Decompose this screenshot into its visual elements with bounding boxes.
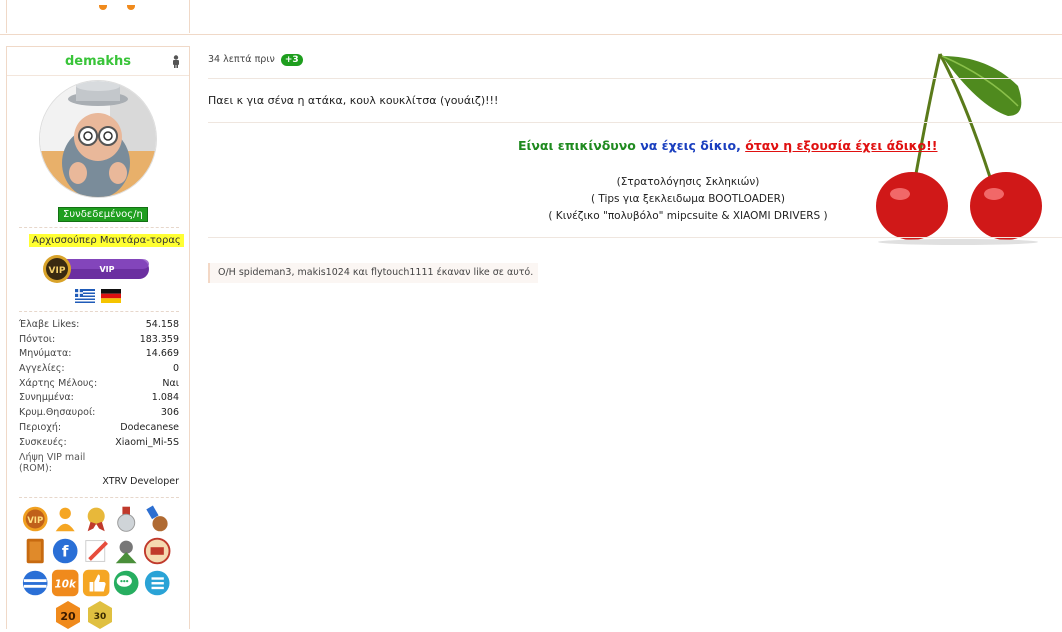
avatar[interactable] — [40, 81, 156, 197]
vip-badge-label: VIP — [99, 265, 114, 274]
svg-text:VIP: VIP — [27, 516, 43, 526]
user-rank: Αρχισσούπερ Μαντάρα-τορας — [29, 234, 184, 247]
notes-award-icon[interactable] — [82, 536, 110, 566]
likes-summary[interactable]: O/H spideman3, makis1024 και flytouch111… — [208, 263, 538, 283]
vip-mail-value: XTRV Developer — [102, 476, 179, 488]
signature-link[interactable]: ( Κινέζικο "πολυβόλο" mipcsuite & XIAOMI… — [538, 208, 838, 225]
stat-row: Κρυμ.Θησαυροί: 306 — [19, 407, 179, 419]
previous-user-panel — [6, 0, 190, 33]
signature-link[interactable]: ( Tips για ξεκλειδωμα BOOTLOADER) — [538, 191, 838, 208]
stat-row: Συσκευές: Xiaomi_Mi-5S — [19, 436, 179, 448]
quote-part-blue: να έχεις δίκιο, — [635, 138, 741, 153]
stat-row: Αγγελίες: 0 — [19, 363, 179, 375]
greek-flag-award-icon[interactable] — [21, 568, 49, 598]
divider — [208, 122, 1062, 123]
svg-text:30: 30 — [94, 612, 107, 622]
divider — [19, 497, 179, 498]
stat-row: Συνημμένα: 1.084 — [19, 392, 179, 404]
post-message: Παει κ για σένα η ατάκα, κουλ κουκλίτσα … — [208, 94, 499, 107]
facebook-award-icon[interactable]: f — [51, 536, 79, 566]
post-meta: 34 λεπτά πριν +3 — [208, 54, 303, 66]
user-stats: Έλαβε Likes: 54.158 Πόντοι: 183.359 Μηνύμα… — [19, 318, 179, 487]
award-icons-remnant — [99, 0, 155, 13]
greek-flag-icon — [75, 289, 95, 303]
30-award-icon[interactable]: 30 — [85, 600, 115, 630]
divider — [208, 78, 1062, 79]
stat-row: Μηνύματα: 14.669 — [19, 348, 179, 360]
certificate-award-icon[interactable] — [143, 536, 171, 566]
character-award-icon[interactable] — [112, 536, 140, 566]
10k-award-icon[interactable]: 10k — [51, 568, 79, 598]
vip-mail-row: Λήψη VIP mail (ROM): XTRV Developer — [19, 452, 179, 487]
divider — [19, 227, 179, 228]
quote-part-green: Είναι επικίνδυνο — [518, 138, 636, 153]
divider — [208, 237, 1062, 238]
vip-award-icon[interactable]: VIP — [21, 504, 49, 534]
stat-row: Περιοχή: Dodecanese — [19, 421, 179, 433]
stat-row: Χάρτης Μέλους: Ναι — [19, 377, 179, 389]
quote-part-red-link[interactable]: όταν η εξουσία έχει άδικο!! — [745, 138, 937, 153]
like-count-badge[interactable]: +3 — [280, 54, 303, 66]
bronze-medal-icon[interactable] — [143, 504, 171, 534]
divider — [19, 311, 179, 312]
country-flags — [75, 289, 121, 306]
online-status-badge: Συνδεδεμένος/η — [58, 207, 148, 222]
stat-row: Πόντοι: 183.359 — [19, 333, 179, 345]
medal-award-icon[interactable] — [82, 504, 110, 534]
svg-text:20: 20 — [60, 610, 76, 623]
svg-text:10k: 10k — [55, 579, 77, 591]
previous-post-bottom — [0, 0, 1062, 35]
person-award-icon[interactable] — [51, 504, 79, 534]
vip-mail-label: Λήψη VIP mail (ROM): — [19, 452, 86, 475]
vip-badge: VIP VIP — [41, 255, 151, 286]
user-sidebar: demakhs Συνδεδεμένος/η Αρχισσούπερ Μαντά… — [6, 46, 190, 629]
signature-quote: Είναι επικίνδυνο να έχεις δίκιο, όταν η … — [518, 138, 938, 153]
20-award-icon[interactable]: 20 — [53, 600, 83, 630]
awards-panel: VIP f 10k 20 30 — [21, 504, 171, 632]
username-row: demakhs — [7, 47, 189, 76]
signature-link[interactable]: (Στρατολόγησις Σκληκιών) — [538, 174, 838, 191]
post-time[interactable]: 34 λεπτά πριν — [208, 54, 275, 65]
thumbs-up-award-icon[interactable] — [82, 568, 110, 598]
german-flag-icon — [101, 289, 121, 303]
svg-text:f: f — [62, 543, 69, 561]
stat-row: Έλαβε Likes: 54.158 — [19, 319, 179, 330]
person-icon — [173, 55, 179, 68]
vip-badge-icon-text: VIP — [49, 266, 66, 276]
list-award-icon[interactable] — [143, 568, 171, 598]
chat-award-icon[interactable] — [112, 568, 140, 598]
book-award-icon[interactable] — [21, 536, 49, 566]
username-link[interactable]: demakhs — [7, 54, 189, 69]
signature-links: (Στρατολόγησις Σκληκιών) ( Tips για ξεκλ… — [538, 174, 838, 225]
silver-medal-icon[interactable] — [112, 504, 140, 534]
